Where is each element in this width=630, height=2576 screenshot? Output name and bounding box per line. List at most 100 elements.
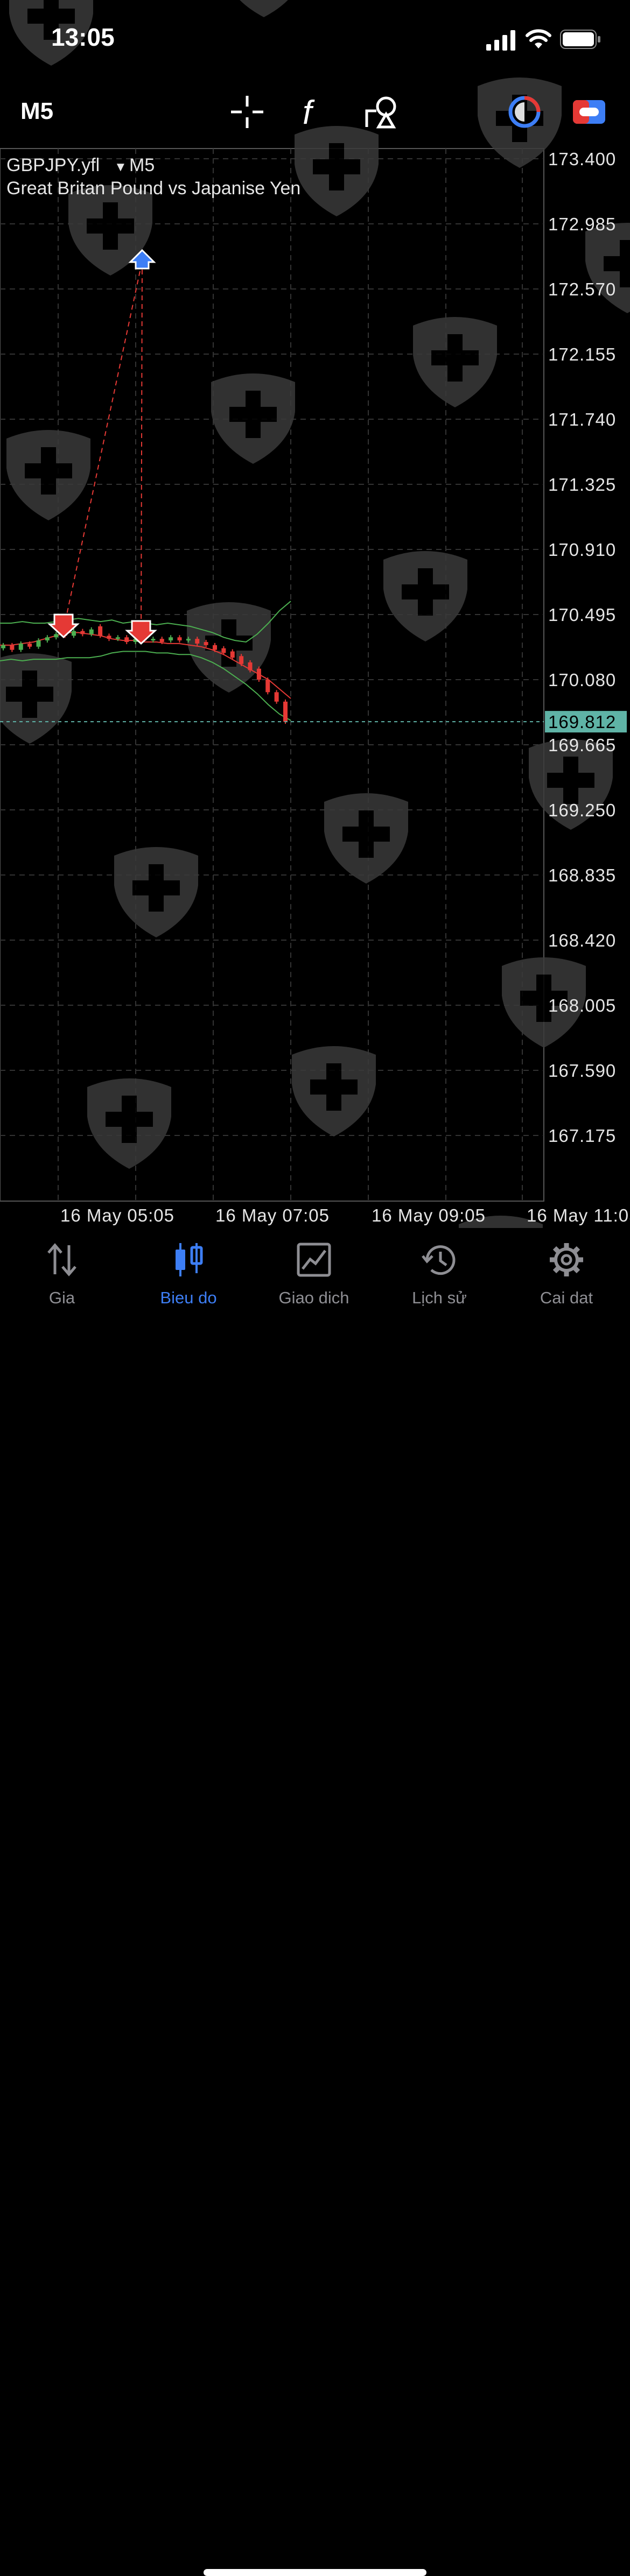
y-tick-label: 173.400 [548, 149, 616, 169]
timeframe-button[interactable]: M5 [20, 98, 53, 125]
watermark-shield-icon [114, 847, 198, 937]
trade-line [141, 260, 143, 637]
candle-body [230, 651, 235, 658]
y-axis: 173.400 172.985 172.570 172.155 171.740 171.3… [548, 149, 616, 1146]
trade-chart-icon [297, 1243, 331, 1277]
shield-cross-horizontal [431, 350, 479, 365]
watermark-shield-icon [383, 551, 467, 641]
x-axis: 16 May 05:05 16 May 07:05 16 May 09:05 16 M… [60, 1205, 630, 1225]
candle-body [274, 692, 279, 702]
wifi-icon [526, 29, 551, 48]
theme-icon[interactable] [505, 93, 544, 131]
watermark-shield-icon [324, 793, 408, 884]
shield-cross-horizontal [604, 256, 630, 271]
account-icon[interactable] [570, 93, 608, 131]
tab-chart[interactable]: Bieu do [135, 1241, 242, 1316]
shield-cross-horizontal [132, 880, 180, 895]
symbol-dropdown-icon[interactable]: ▼ [114, 160, 127, 174]
tab-label: Bieu do [160, 1288, 217, 1307]
watermark-shield-icon [87, 1078, 171, 1169]
x-tick-label: 16 May 11:05 [527, 1205, 630, 1225]
chart-candles-icon [176, 1243, 203, 1276]
candle-body [1, 645, 5, 648]
y-tick-label: 167.175 [548, 1126, 616, 1146]
candle-body [169, 637, 173, 641]
watermark-shield-icon [211, 373, 295, 464]
candle-body [10, 645, 15, 650]
candle-body [107, 636, 111, 639]
shield-cross-horizontal [310, 1079, 358, 1095]
shield-cross-horizontal [313, 159, 360, 174]
shield-cross-horizontal [229, 407, 277, 422]
function-icon[interactable]: f [295, 93, 334, 131]
candle-body [239, 656, 244, 664]
tab-label: Gia [48, 1288, 75, 1307]
candle-body [283, 701, 288, 722]
shield-cross-horizontal [106, 1112, 153, 1127]
shield-cross-horizontal [205, 636, 253, 651]
candle-body [45, 637, 50, 641]
candle-body [27, 643, 32, 647]
candle-body [115, 637, 120, 639]
battery-icon [560, 30, 600, 49]
x-tick-label: 16 May 09:05 [372, 1205, 486, 1225]
tab-settings[interactable]: Cai dat [513, 1241, 620, 1316]
watermark-shield-icon [292, 1046, 376, 1137]
current-price-label: 169.812 [548, 712, 616, 732]
chart-symbol[interactable]: GBPJPY.yfl [6, 155, 100, 175]
y-tick-label: 171.740 [548, 410, 616, 429]
candle-body [89, 629, 94, 634]
candle-body [124, 637, 129, 643]
shield-cross-horizontal [402, 584, 449, 599]
candle-body [177, 637, 182, 641]
candle-body [248, 662, 253, 671]
x-tick-label: 16 May 07:05 [215, 1205, 330, 1225]
candle-body [221, 648, 226, 653]
y-tick-label: 170.080 [548, 670, 616, 690]
tab-label: Lịch sử [412, 1288, 467, 1307]
candle-body [265, 680, 270, 693]
chart-grid [0, 149, 544, 1201]
price-chart[interactable]: 173.400 172.985 172.570 172.155 171.740 171.3… [0, 0, 630, 1232]
y-tick-label: 170.495 [548, 605, 616, 625]
candle-body [159, 639, 164, 643]
tab-label: Cai dat [540, 1288, 593, 1307]
tab-label: Giao dich [278, 1288, 349, 1307]
tab-trade[interactable]: Giao dich [260, 1241, 368, 1316]
shield-cross-horizontal [342, 827, 390, 842]
objects-icon[interactable] [362, 93, 401, 131]
watermark-shield-icon [0, 653, 72, 744]
tab-quotes[interactable]: Gia [8, 1241, 116, 1316]
candle-body [80, 631, 85, 634]
shield-cross-horizontal [25, 463, 72, 478]
watermark-shield-icon [585, 223, 630, 313]
y-tick-label: 169.250 [548, 800, 616, 820]
gear-icon [550, 1243, 583, 1276]
status-bar: 13:05 [0, 0, 630, 81]
candle-body [18, 643, 23, 650]
home-indicator[interactable] [204, 2569, 426, 2576]
shield-cross-horizontal [547, 773, 594, 788]
y-tick-label: 170.910 [548, 540, 616, 560]
y-tick-label: 168.420 [548, 930, 616, 950]
tab-history[interactable]: Lịch sử [386, 1241, 493, 1316]
chart-toolbar: M5 f [0, 86, 630, 135]
chart-description: Great Britan Pound vs Japanise Yen [6, 178, 300, 199]
y-tick-label: 168.005 [548, 996, 616, 1015]
y-tick-label: 169.665 [548, 735, 616, 755]
candle-body [213, 645, 217, 650]
current-price-line: 169.812 [0, 711, 627, 733]
signal-icon [486, 30, 515, 51]
candle-body [36, 640, 41, 647]
candle-body [72, 631, 76, 636]
candle-body [195, 639, 200, 644]
y-tick-label: 172.570 [548, 279, 616, 299]
shield-cross-horizontal [87, 218, 134, 234]
candle-body [151, 639, 156, 641]
svg-text:f: f [303, 94, 315, 131]
y-tick-label: 172.985 [548, 214, 616, 234]
crosshair-icon[interactable] [228, 93, 267, 131]
watermark-shield-icon [295, 126, 379, 216]
chart-frame [0, 148, 544, 1202]
candle-body [98, 626, 103, 636]
